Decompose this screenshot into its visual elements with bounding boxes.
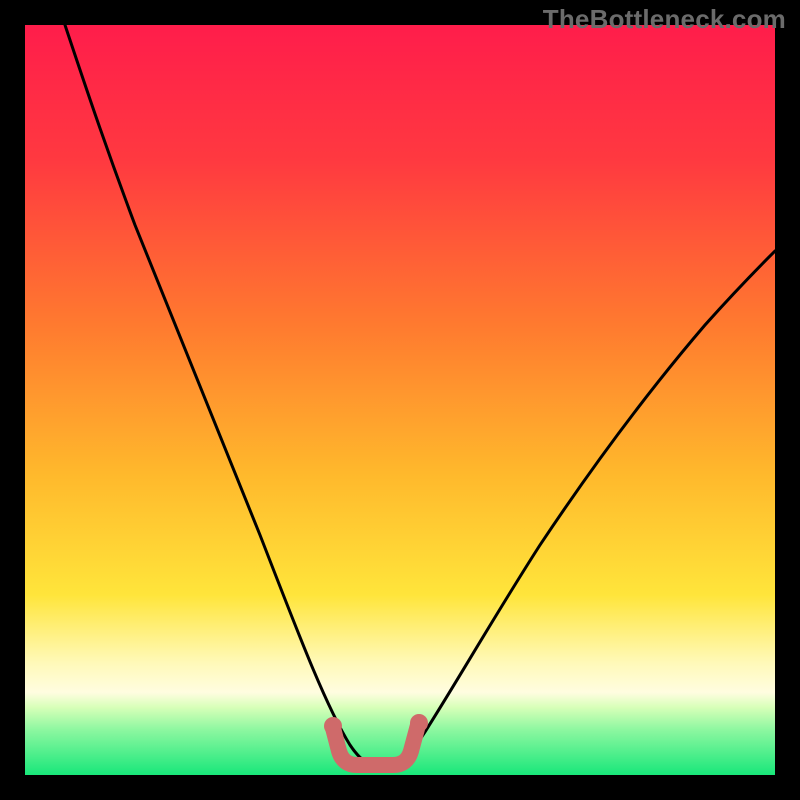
marker-dot-left [324, 717, 342, 735]
watermark-label: TheBottleneck.com [543, 4, 786, 35]
bottleneck-curve [65, 25, 775, 767]
plot-area [25, 25, 775, 775]
curve-layer [25, 25, 775, 775]
marker-dot-right [410, 714, 428, 732]
optimal-region-marker [333, 725, 418, 765]
outer-frame: TheBottleneck.com [0, 0, 800, 800]
